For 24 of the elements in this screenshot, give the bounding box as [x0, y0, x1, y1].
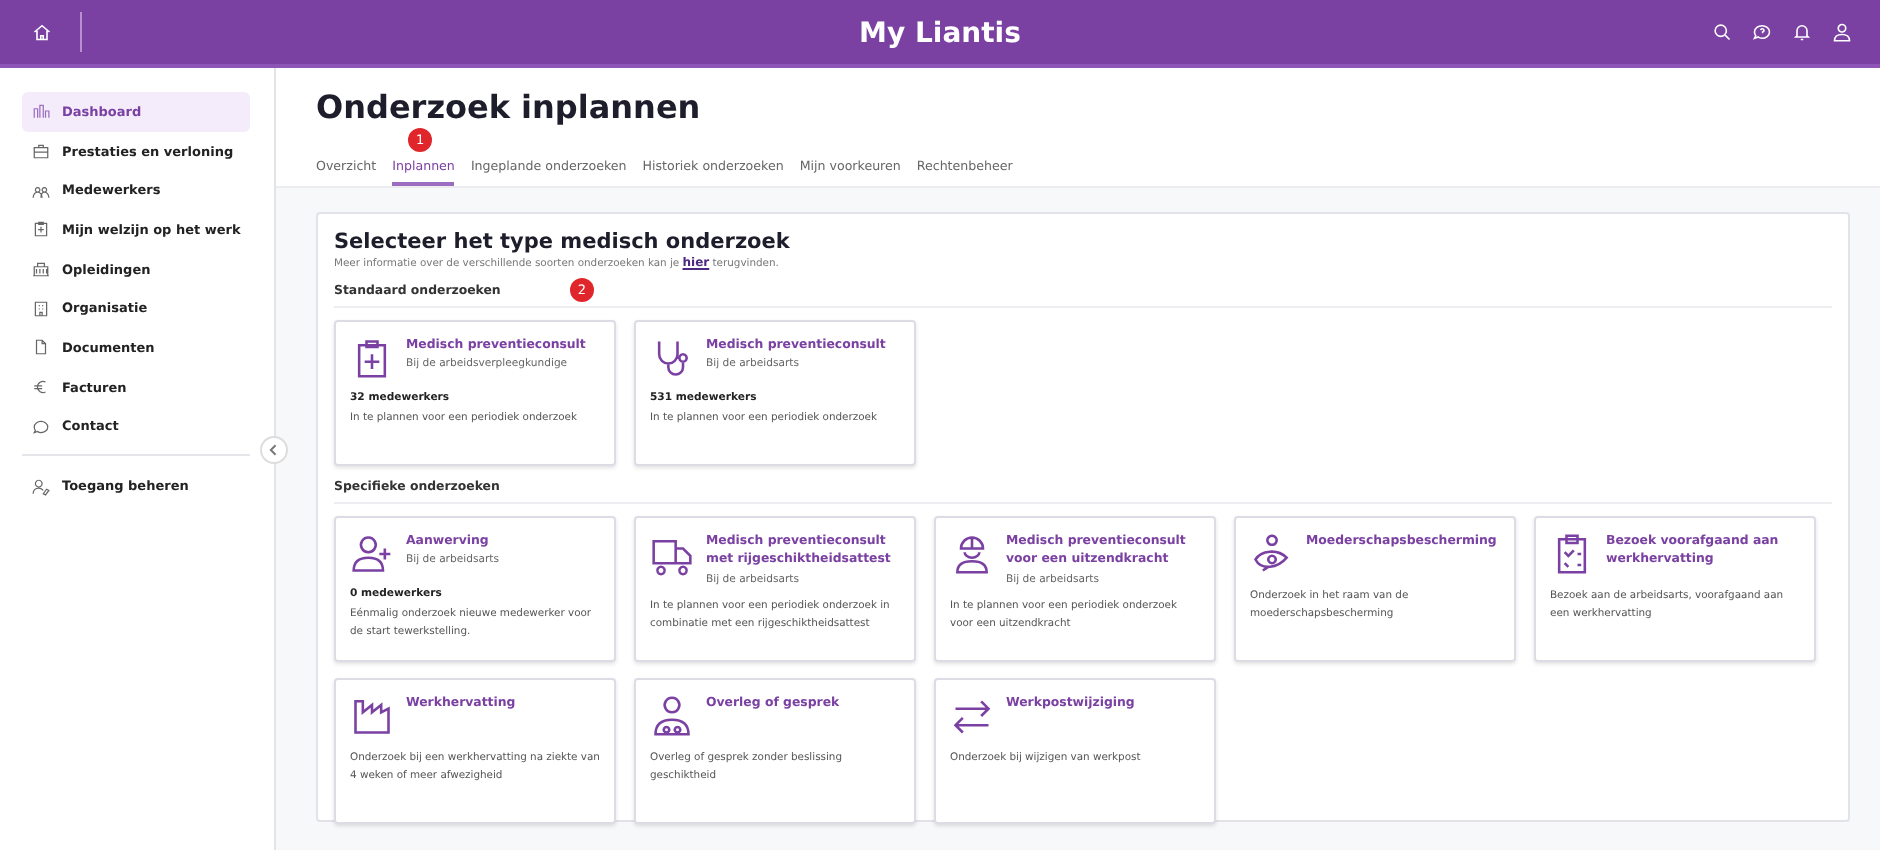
user-key-icon	[32, 477, 50, 496]
person-consult-icon	[650, 694, 694, 738]
document-icon	[32, 338, 50, 357]
worker-icon	[950, 532, 994, 576]
user-icon[interactable]	[1832, 22, 1852, 42]
euro-icon	[32, 378, 50, 397]
organisation-icon	[32, 299, 50, 318]
chevron-left-icon	[266, 442, 282, 458]
chat-icon[interactable]	[1752, 22, 1772, 42]
building-icon	[32, 260, 50, 279]
home-icon[interactable]	[32, 22, 52, 42]
panel-title: Selecteer het type medisch onderzoek	[334, 230, 792, 254]
clipboard-plus-icon	[32, 220, 50, 239]
people-icon	[32, 181, 50, 200]
factory-icon	[350, 694, 394, 738]
app-title: My Liantis	[857, 18, 1023, 50]
search-icon[interactable]	[1712, 22, 1732, 42]
person-plus-icon	[350, 532, 394, 576]
briefcase-icon	[32, 142, 50, 161]
bell-icon[interactable]	[1792, 22, 1812, 42]
collapse-button[interactable]	[260, 436, 288, 464]
speech-bubble-icon	[32, 417, 50, 436]
page-title: Onderzoek inplannen	[316, 88, 703, 130]
bar-chart-icon	[32, 102, 50, 121]
